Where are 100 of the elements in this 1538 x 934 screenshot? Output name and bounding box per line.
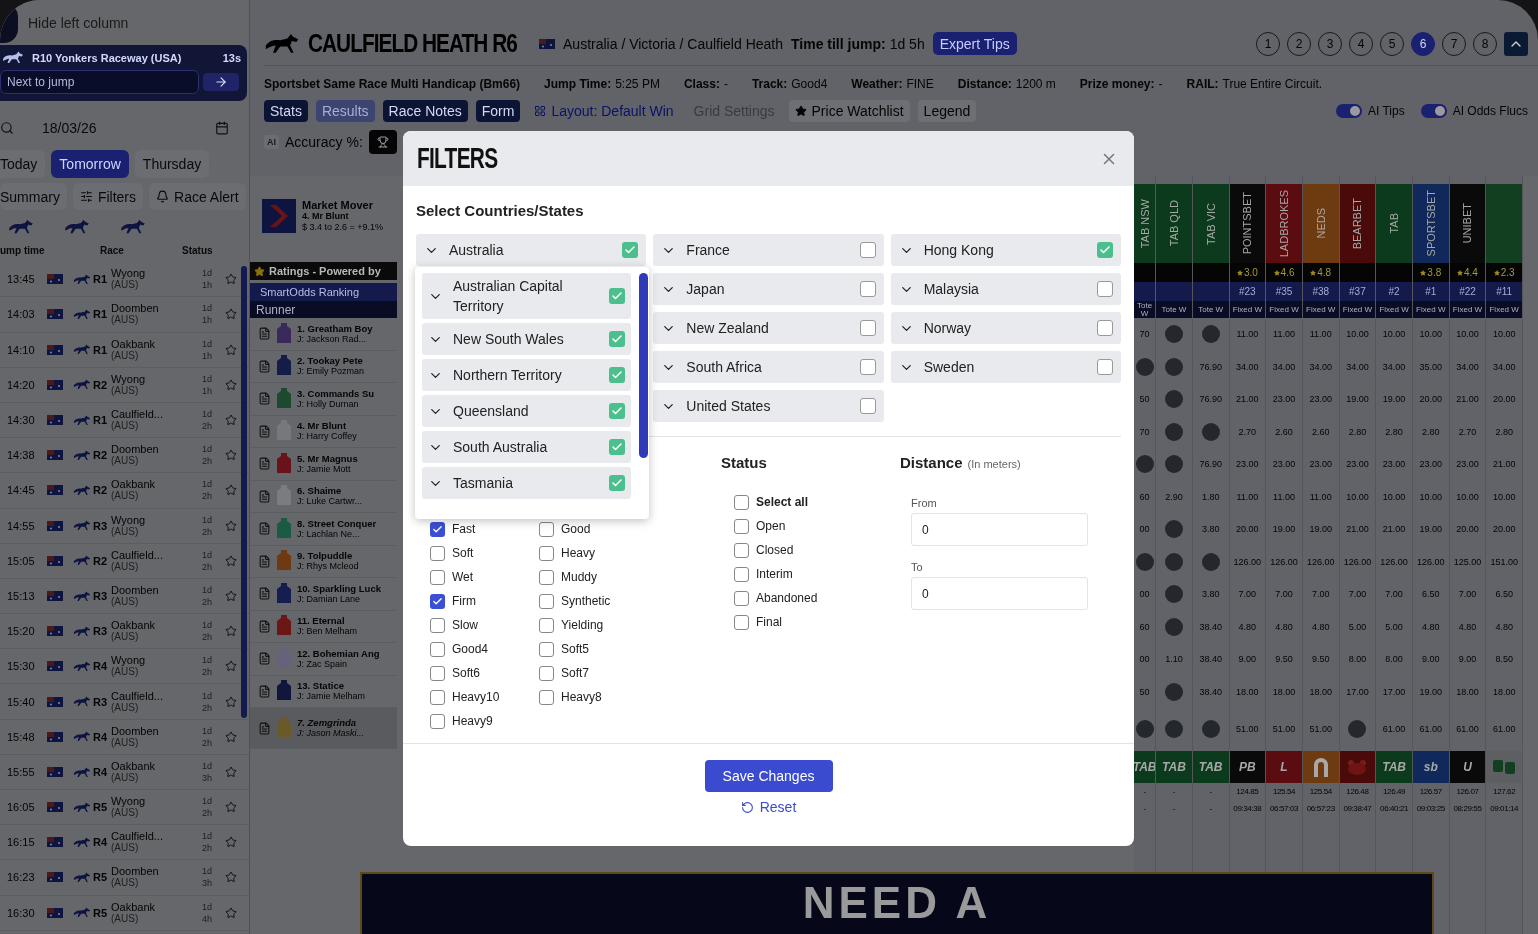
form-icon[interactable] [258,652,271,666]
odds-value[interactable]: 126.00 [1417,556,1445,567]
odds-value[interactable]: 2.70 [1458,426,1477,437]
odds-value[interactable]: 7.00 [1348,589,1367,600]
toggle-switch[interactable] [1420,103,1447,118]
odds-value[interactable]: 10.00 [1492,329,1516,340]
country-row[interactable]: Malaysia [890,273,1121,305]
country-row[interactable]: Norway [890,312,1121,344]
checkbox[interactable] [609,439,625,455]
odds-value[interactable]: 10.00 [1346,491,1369,502]
star-icon[interactable] [225,273,237,286]
checkbox[interactable] [609,288,625,304]
odds-value[interactable]: 19.00 [1272,524,1296,535]
country-row[interactable]: South Africa [653,351,884,383]
odds-value[interactable]: 5.00 [1385,621,1403,632]
accuracy-button[interactable] [368,130,397,154]
star-icon[interactable] [225,801,237,814]
next-to-jump-field[interactable]: Next to jump [0,70,199,95]
odds-value[interactable]: 9.50 [1311,654,1330,665]
checkbox[interactable] [430,593,445,609]
toolbar-button[interactable]: Legend [917,99,977,122]
country-row[interactable]: Australia [416,234,647,266]
odds-value[interactable]: 125.00 [1453,556,1482,567]
checkbox[interactable] [539,665,554,681]
odds-value[interactable]: 17.00 [1346,686,1369,697]
odds-value[interactable]: 4.80 [1275,621,1293,632]
odds-value[interactable]: 60 [1139,621,1150,632]
odds-value[interactable]: 4.80 [1238,621,1257,632]
star-icon[interactable] [225,519,237,532]
odds-value[interactable]: 10.00 [1419,329,1443,340]
odds-value[interactable]: 61.00 [1456,723,1479,734]
odds-value[interactable]: 2.80 [1348,426,1367,437]
odds-value[interactable]: 126.00 [1270,556,1298,567]
checkbox[interactable] [430,713,445,729]
checkbox[interactable] [430,641,445,657]
checkbox[interactable] [1097,320,1113,336]
odds-value[interactable]: 60 [1139,491,1150,502]
checkbox[interactable] [539,545,554,561]
odds-value[interactable]: 61.00 [1419,723,1443,734]
state-row[interactable]: South Australia [422,431,631,463]
odds-value[interactable]: 5.00 [1348,621,1367,632]
checkbox[interactable] [430,545,445,561]
star-icon[interactable] [225,414,237,427]
odds-value[interactable]: 21.00 [1382,524,1406,535]
odds-value[interactable]: 35.00 [1419,361,1443,372]
odds-value[interactable]: 70 [1139,329,1150,340]
odds-value[interactable]: 19.00 [1419,524,1443,535]
odds-value[interactable]: 21.00 [1456,394,1479,405]
star-icon[interactable] [225,906,237,919]
odds-value[interactable]: 18.00 [1309,686,1332,697]
odds-value[interactable]: 19.00 [1419,686,1443,697]
checkbox[interactable] [734,542,749,558]
checkbox[interactable] [1097,242,1113,258]
odds-value[interactable]: 4.80 [1422,621,1440,632]
odds-value[interactable]: 18.00 [1492,686,1516,697]
state-row[interactable]: New South Wales [422,323,631,355]
odds-value[interactable]: 126.00 [1380,556,1408,567]
checkbox[interactable] [430,689,445,705]
odds-value[interactable]: 50 [1139,686,1150,697]
save-changes-button[interactable]: Save Changes [704,760,833,792]
odds-value[interactable]: 19.00 [1346,394,1369,405]
checkbox[interactable] [734,494,749,510]
odds-value[interactable]: 6.50 [1422,589,1440,600]
odds-value[interactable]: 126.00 [1306,556,1335,567]
form-icon[interactable] [258,424,271,438]
odds-value[interactable]: 11.00 [1309,329,1332,340]
odds-value[interactable]: 76.90 [1199,361,1222,372]
star-icon[interactable] [225,730,237,743]
country-row[interactable]: Sweden [890,351,1121,383]
odds-value[interactable]: 4.80 [1311,621,1330,632]
odds-value[interactable]: 2.70 [1238,426,1257,437]
odds-value[interactable]: 9.00 [1238,654,1257,665]
odds-value[interactable]: 51.00 [1272,723,1296,734]
odds-value[interactable]: 50 [1139,394,1150,405]
form-icon[interactable] [258,587,271,601]
go-button[interactable] [203,73,239,92]
odds-value[interactable]: 76.90 [1199,459,1222,470]
checkbox[interactable] [609,475,625,491]
checkbox[interactable] [609,403,625,419]
star-icon[interactable] [225,695,237,708]
odds-value[interactable]: 8.00 [1348,654,1367,665]
odds-value[interactable]: 70 [1139,426,1150,437]
star-icon[interactable] [225,625,237,638]
form-icon[interactable] [258,359,271,373]
odds-value[interactable]: 20.00 [1492,394,1516,405]
odds-value[interactable]: 7.00 [1238,589,1257,600]
odds-value[interactable]: 34.00 [1492,361,1516,372]
odds-value[interactable]: 38.40 [1199,686,1222,697]
odds-value[interactable]: 6.50 [1495,589,1513,600]
checkbox[interactable] [430,617,445,633]
calendar-icon[interactable] [215,121,229,136]
star-icon[interactable] [225,589,237,602]
odds-value[interactable]: 4.80 [1495,621,1513,632]
odds-value[interactable]: 8.00 [1385,654,1403,665]
state-row[interactable]: Northern Territory [422,359,631,391]
checkbox[interactable] [539,569,554,585]
odds-value[interactable]: 3.80 [1201,524,1220,535]
odds-value[interactable]: 38.40 [1199,621,1222,632]
hide-column-button[interactable]: Hide left column [0,0,249,45]
form-icon[interactable] [258,554,271,568]
